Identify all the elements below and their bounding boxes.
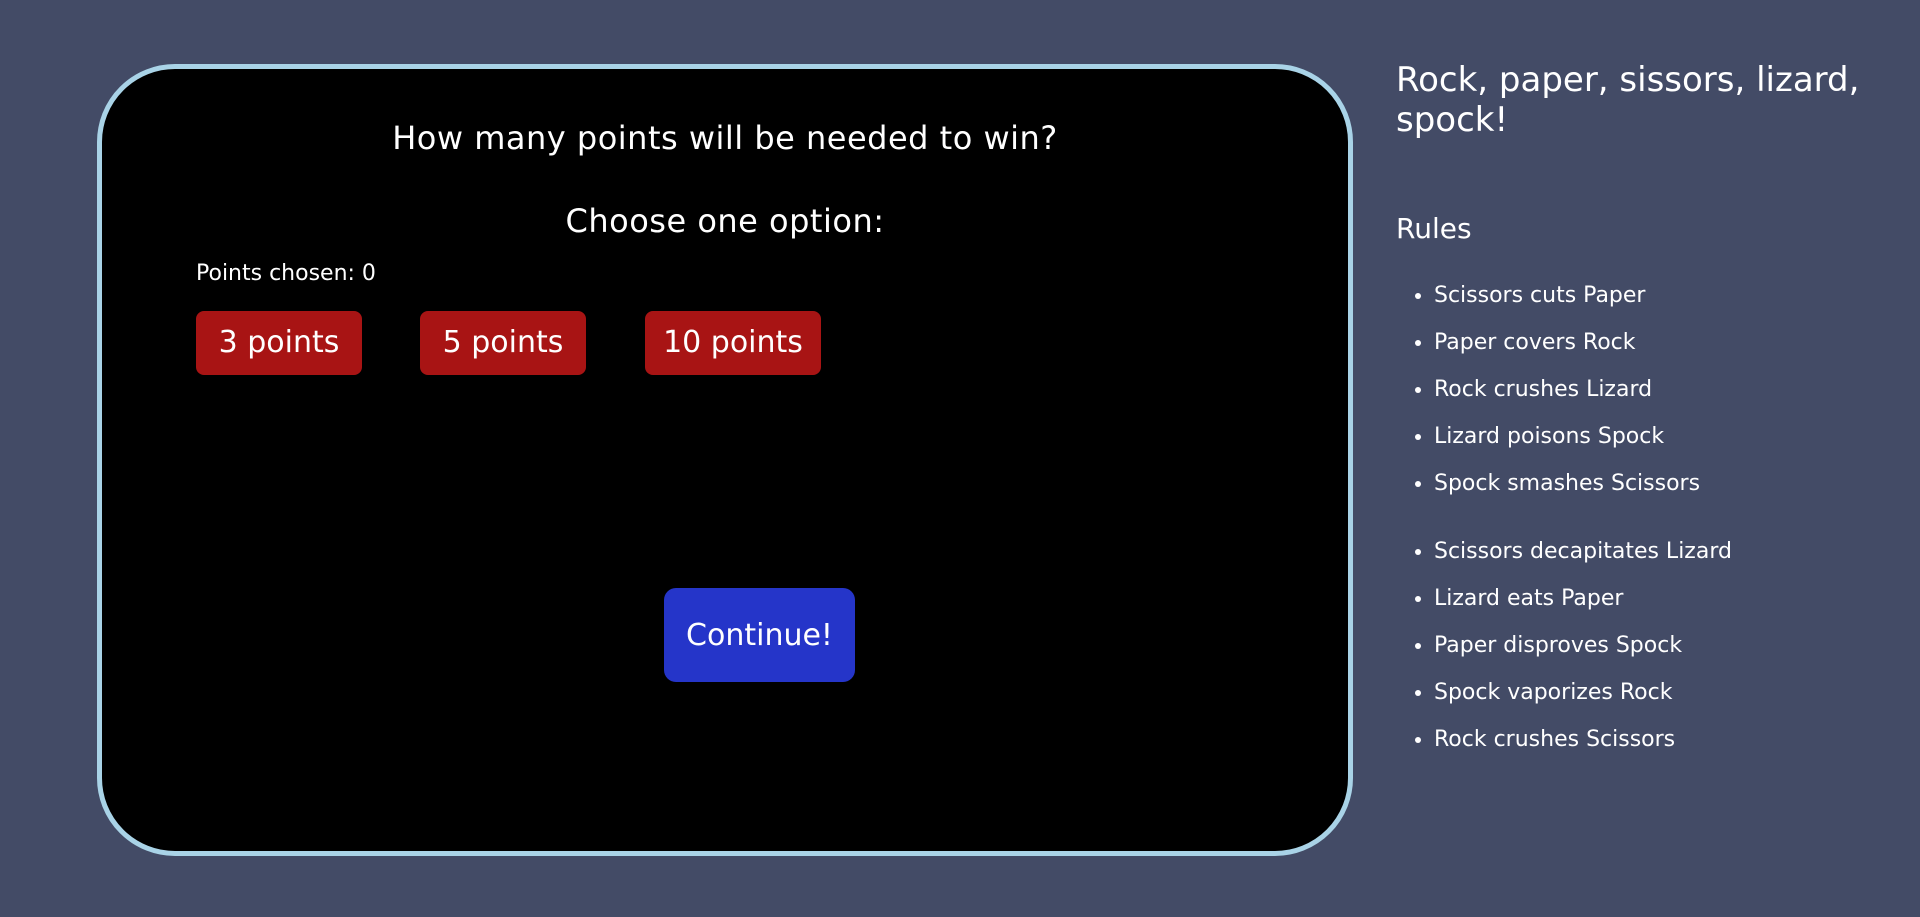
rule-item: Spock smashes Scissors [1434, 460, 1700, 507]
rules-list-secondary: Scissors decapitates Lizard Lizard eats … [1396, 528, 1732, 763]
rule-item: Rock crushes Scissors [1434, 716, 1732, 763]
rules-sidebar: Rock, paper, sissors, lizard, spock! Rul… [1396, 60, 1896, 752]
rule-item: Scissors decapitates Lizard [1434, 528, 1732, 575]
rule-item: Scissors cuts Paper [1434, 272, 1700, 319]
points-question: How many points will be needed to win? [392, 119, 1058, 157]
rules-heading: Rules [1396, 212, 1472, 245]
rule-item: Paper disproves Spock [1434, 622, 1732, 669]
choose-option-heading: Choose one option: [565, 202, 885, 240]
three-points-button[interactable]: 3 points [196, 311, 362, 375]
points-chosen-label: Points chosen: 0 [196, 261, 376, 286]
rule-item: Rock crushes Lizard [1434, 366, 1700, 413]
continue-button[interactable]: Continue! [664, 588, 855, 682]
game-panel: How many points will be needed to win? C… [97, 64, 1353, 856]
rule-item: Lizard poisons Spock [1434, 413, 1700, 460]
rule-item: Spock vaporizes Rock [1434, 669, 1732, 716]
ten-points-button[interactable]: 10 points [645, 311, 821, 375]
rule-item: Paper covers Rock [1434, 319, 1700, 366]
five-points-button[interactable]: 5 points [420, 311, 586, 375]
rule-item: Lizard eats Paper [1434, 575, 1732, 622]
rules-list-primary: Scissors cuts Paper Paper covers Rock Ro… [1396, 272, 1700, 507]
game-title: Rock, paper, sissors, lizard, spock! [1396, 60, 1860, 140]
